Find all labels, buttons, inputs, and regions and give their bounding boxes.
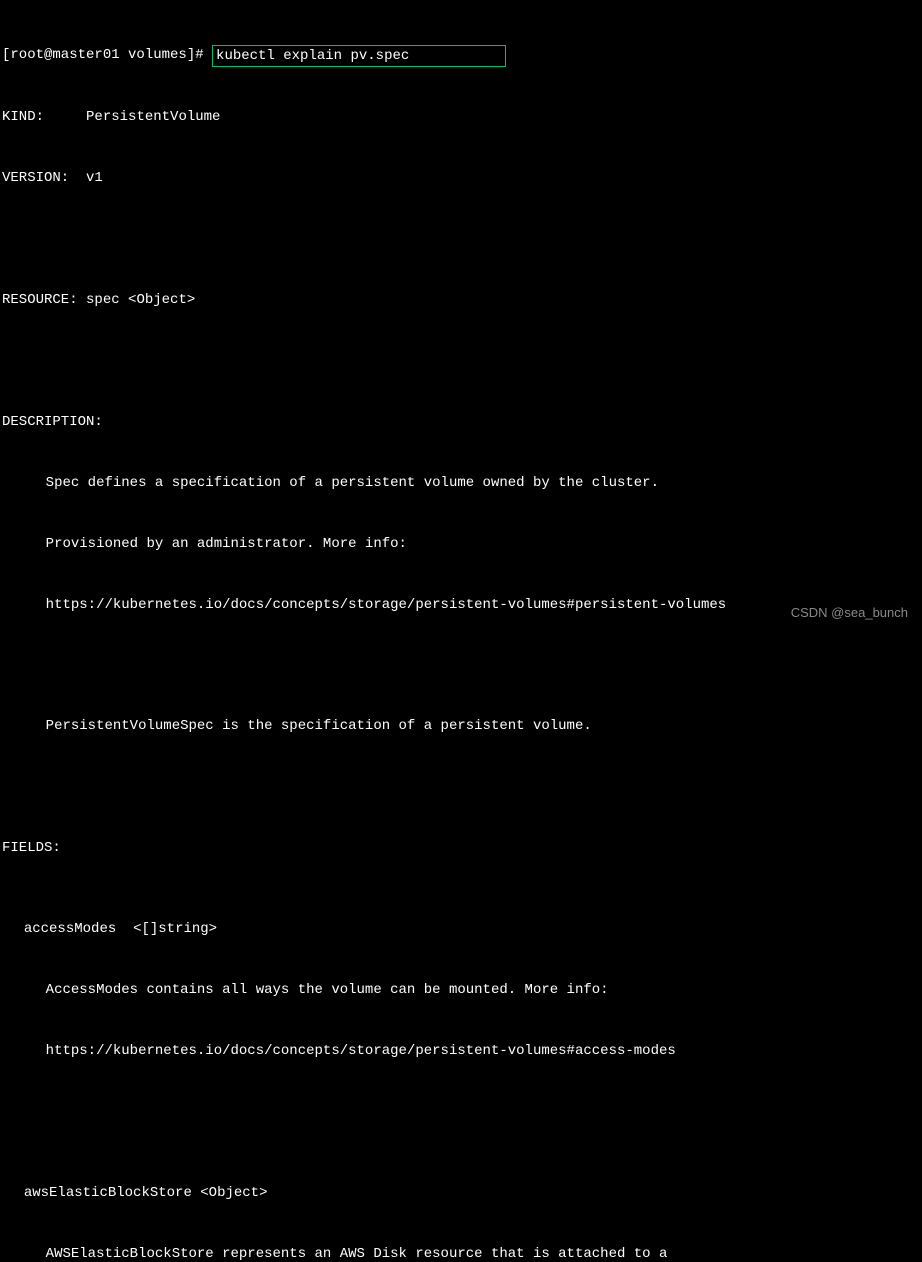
field-desc: AWSElasticBlockStore represents an AWS D… [2,1244,920,1262]
version-label: VERSION: [2,170,69,186]
shell-prompt: [root@master01 volumes]# [2,45,204,65]
field-name: accessModes [24,921,116,937]
field-header: awsElasticBlockStore <Object> [2,1183,920,1203]
kind-label: KIND: [2,109,44,125]
kind-line: KIND: PersistentVolume [2,107,920,127]
terminal-output[interactable]: [root@master01 volumes]# kubectl explain… [2,4,920,1262]
description-line: https://kubernetes.io/docs/concepts/stor… [2,595,920,615]
description-label: DESCRIPTION: [2,412,920,432]
field-desc: AccessModes contains all ways the volume… [2,980,920,1000]
blank-line [2,229,920,249]
command-text: kubectl explain pv.spec [216,48,409,64]
watermark: CSDN @sea_bunch [791,604,908,623]
blank-line [2,777,920,797]
blank-line [2,351,920,371]
resource-value: spec [86,292,120,308]
resource-type: <Object> [128,292,195,308]
field-type: <[]string> [133,921,217,937]
kind-value: PersistentVolume [86,109,220,125]
field-header: accessModes <[]string> [2,919,920,939]
resource-label: RESOURCE: [2,292,78,308]
field-desc: https://kubernetes.io/docs/concepts/stor… [2,1041,920,1061]
version-value: v1 [86,170,103,186]
version-line: VERSION: v1 [2,168,920,188]
description-line: Provisioned by an administrator. More in… [2,534,920,554]
field-name: awsElasticBlockStore [24,1185,192,1201]
prompt-line: [root@master01 volumes]# kubectl explain… [2,45,920,67]
blank-line [2,656,920,676]
resource-line: RESOURCE: spec <Object> [2,290,920,310]
command-highlight: kubectl explain pv.spec [212,45,506,67]
fields-label: FIELDS: [2,838,920,858]
description-line: PersistentVolumeSpec is the specificatio… [2,716,920,736]
description-line: Spec defines a specification of a persis… [2,473,920,493]
blank-line [2,1102,920,1122]
field-type: <Object> [200,1185,267,1201]
